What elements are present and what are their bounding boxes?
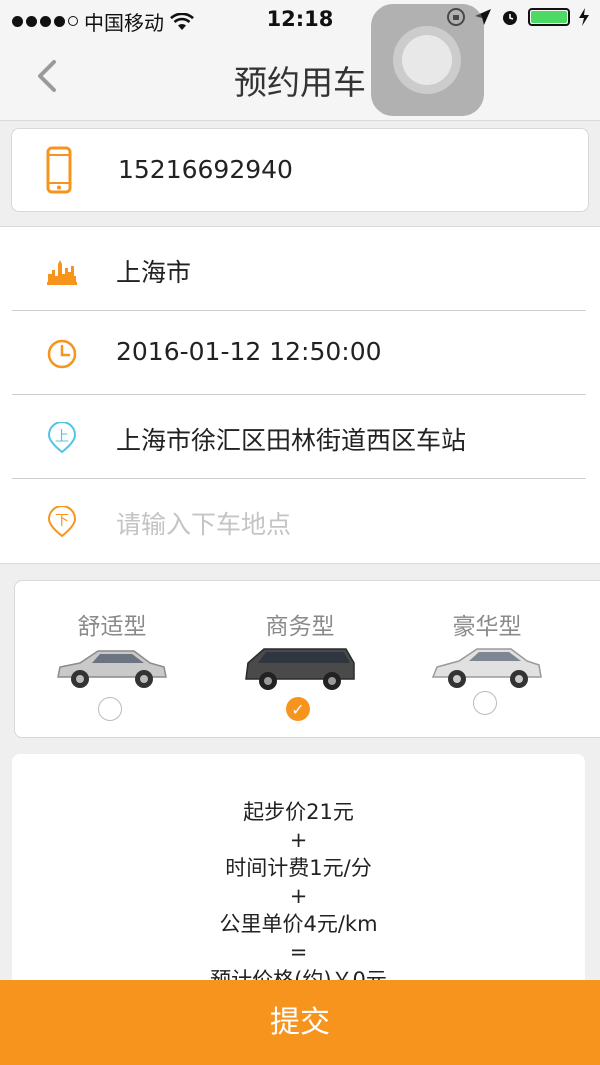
booking-form: 上海市 2016-01-12 12:50:00 上 上海市徐汇区田林街道西区车站…: [0, 226, 600, 564]
city-value: 上海市: [116, 258, 192, 287]
luxury-sedan-car-icon: [431, 648, 542, 688]
car-option-business[interactable]: 商务型 ✓: [220, 581, 380, 731]
dropoff-pin-icon: 下: [47, 506, 77, 538]
pickup-value: 上海市徐汇区田林街道西区车站: [116, 426, 467, 455]
clock-icon: [47, 339, 77, 369]
pickup-pin-icon: 上: [47, 422, 77, 454]
radio-button[interactable]: [473, 691, 497, 715]
submit-button[interactable]: 提交: [0, 980, 600, 1065]
datetime-row[interactable]: 2016-01-12 12:50:00: [0, 311, 600, 395]
dropoff-placeholder[interactable]: 请输入下车地点: [116, 505, 291, 541]
price-line: +: [289, 828, 308, 852]
assistive-touch-button[interactable]: [371, 4, 484, 116]
car-option-label: 豪华型: [452, 614, 522, 640]
battery-level-fill: [531, 11, 567, 23]
radio-button[interactable]: [98, 697, 122, 721]
page-title: 预约用车: [234, 63, 366, 102]
price-formula: 起步价21元 + 时间计费1元/分 + 公里单价4元/km = 预计价格(约)￥…: [12, 798, 585, 994]
price-line: 公里单价4元/km: [219, 912, 378, 936]
dropoff-badge: 下: [55, 513, 69, 529]
status-bar: 中国移动 12:18: [0, 0, 600, 38]
city-row[interactable]: 上海市: [0, 227, 600, 311]
phone-number-field[interactable]: 15216692940: [11, 128, 589, 212]
battery-icon: [528, 8, 570, 26]
radio-button-selected[interactable]: ✓: [286, 697, 310, 721]
price-line: +: [289, 884, 308, 908]
price-line: 起步价21元: [243, 800, 354, 824]
charging-bolt-icon: [579, 8, 589, 26]
price-line: 时间计费1元/分: [225, 856, 372, 880]
dropoff-row[interactable]: 下 请输入下车地点: [0, 479, 600, 563]
phone-number-value: 15216692940: [118, 155, 293, 184]
car-type-selector: 舒适型 商务型 ✓ 豪华型: [14, 580, 600, 738]
alarm-clock-icon: [503, 11, 517, 25]
car-option-label: 商务型: [265, 614, 335, 640]
datetime-value: 2016-01-12 12:50:00: [116, 337, 382, 366]
car-option-comfort[interactable]: 舒适型: [32, 581, 192, 731]
pickup-row[interactable]: 上 上海市徐汇区田林街道西区车站: [0, 395, 600, 479]
minivan-car-icon: [245, 648, 355, 690]
sedan-car-icon: [57, 650, 167, 688]
car-option-label: 舒适型: [77, 614, 147, 640]
price-line: =: [289, 940, 308, 964]
car-option-luxury[interactable]: 豪华型: [407, 581, 567, 731]
pickup-badge: 上: [55, 429, 69, 445]
price-estimate-card: 起步价21元 + 时间计费1元/分 + 公里单价4元/km = 预计价格(约)￥…: [12, 754, 585, 994]
mobile-phone-icon: [46, 146, 72, 194]
city-skyline-icon: [47, 260, 77, 285]
navigation-bar: 预约用车: [0, 38, 600, 121]
